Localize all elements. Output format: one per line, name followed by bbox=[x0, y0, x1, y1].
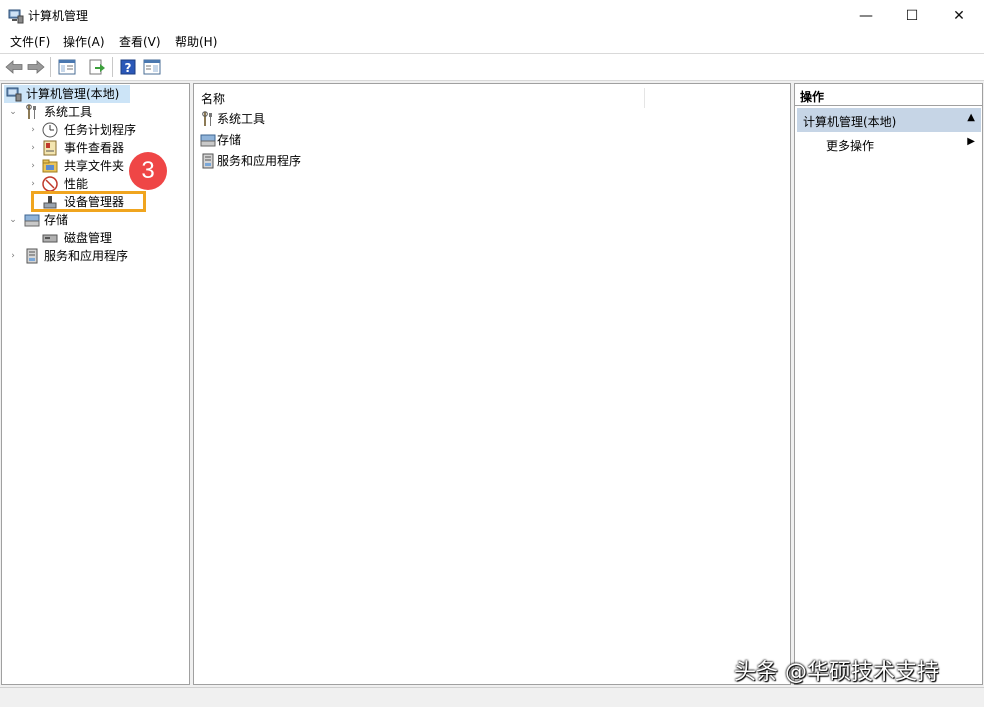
tree-label: 共享文件夹 bbox=[64, 159, 125, 173]
minimize-icon: — bbox=[859, 8, 873, 24]
tree-label: 事件查看器 bbox=[64, 141, 125, 155]
minimize-button[interactable]: — bbox=[843, 0, 889, 32]
forward-arrow-icon bbox=[27, 60, 45, 74]
details-pane[interactable] bbox=[193, 83, 791, 685]
help-icon: ? bbox=[120, 59, 136, 75]
tree-item-task-scheduler[interactable]: 任务计划程序 bbox=[42, 121, 152, 139]
tree-label: 系统工具 bbox=[44, 105, 93, 119]
tree-item-shared-folders[interactable]: 共享文件夹 bbox=[42, 157, 142, 175]
clock-icon bbox=[42, 122, 58, 138]
back-arrow-icon bbox=[5, 60, 23, 74]
list-item-label: 存储 bbox=[217, 133, 242, 147]
expand-chevron-right-icon[interactable]: › bbox=[28, 139, 38, 157]
tree-label: 存储 bbox=[44, 213, 69, 227]
tree-label: 任务计划程序 bbox=[64, 123, 137, 137]
svg-text:?: ? bbox=[125, 61, 132, 75]
tree-item-storage[interactable]: 存储 bbox=[22, 211, 102, 229]
export-list-icon bbox=[89, 59, 105, 75]
tree-item-services-apps[interactable]: 服务和应用程序 bbox=[22, 247, 152, 265]
back-button[interactable] bbox=[4, 57, 24, 77]
toolbar-separator bbox=[112, 57, 113, 77]
action-more-actions[interactable]: 更多操作 ▶ bbox=[797, 134, 981, 154]
tree-item-disk-management[interactable]: 磁盘管理 bbox=[42, 229, 142, 247]
list-item-storage[interactable]: 存储 bbox=[198, 130, 278, 150]
menu-action[interactable]: 操作(A) bbox=[63, 34, 105, 50]
export-list-button[interactable] bbox=[87, 57, 107, 77]
menu-view[interactable]: 查看(V) bbox=[119, 34, 161, 50]
close-icon: ✕ bbox=[953, 8, 965, 24]
step-number-badge: 3 bbox=[129, 152, 167, 190]
services-icon bbox=[26, 248, 38, 264]
tools-icon bbox=[26, 104, 36, 119]
expand-chevron-right-icon[interactable]: › bbox=[28, 157, 38, 175]
tools-icon bbox=[202, 111, 212, 126]
menu-file[interactable]: 文件(F) bbox=[10, 34, 50, 50]
close-button[interactable]: ✕ bbox=[936, 0, 982, 32]
expand-chevron-down-icon[interactable]: ⌄ bbox=[8, 211, 18, 229]
maximize-icon: ☐ bbox=[905, 8, 919, 24]
submenu-triangle-right-icon: ▶ bbox=[967, 136, 975, 147]
actions-section-header[interactable]: 计算机管理(本地) ▲ bbox=[797, 108, 981, 132]
highlight-box bbox=[31, 191, 146, 212]
tree-label: 磁盘管理 bbox=[64, 231, 113, 245]
properties-icon bbox=[143, 59, 161, 75]
computer-management-icon bbox=[6, 87, 22, 102]
actions-header: 操作 bbox=[795, 84, 982, 106]
expand-chevron-right-icon[interactable]: › bbox=[28, 121, 38, 139]
help-button[interactable]: ? bbox=[118, 57, 138, 77]
tree-item-event-viewer[interactable]: 事件查看器 bbox=[42, 139, 142, 157]
list-item-system-tools[interactable]: 系统工具 bbox=[198, 109, 318, 129]
show-hide-tree-icon bbox=[58, 59, 76, 75]
properties-button[interactable] bbox=[142, 57, 162, 77]
shared-folder-icon bbox=[42, 159, 58, 173]
collapse-triangle-up-icon[interactable]: ▲ bbox=[967, 112, 975, 123]
storage-icon bbox=[200, 134, 216, 147]
computer-management-icon bbox=[8, 9, 24, 24]
forward-button[interactable] bbox=[26, 57, 46, 77]
actions-pane bbox=[794, 83, 983, 685]
column-header-label: 名称 bbox=[201, 92, 226, 106]
tree-label: 计算机管理(本地) bbox=[26, 87, 120, 101]
storage-icon bbox=[24, 214, 40, 227]
list-item-services-apps[interactable]: 服务和应用程序 bbox=[198, 151, 328, 171]
toolbar-separator bbox=[50, 57, 51, 77]
window-title: 计算机管理 bbox=[28, 9, 89, 23]
menu-help[interactable]: 帮助(H) bbox=[175, 34, 217, 50]
list-item-label: 服务和应用程序 bbox=[217, 154, 302, 168]
expand-chevron-down-icon[interactable]: ⌄ bbox=[8, 103, 18, 121]
column-header-name[interactable]: 名称 bbox=[194, 88, 645, 108]
tree-label: 服务和应用程序 bbox=[44, 249, 129, 263]
watermark: 头条 @华硕技术支持 bbox=[734, 660, 939, 685]
tree-item-system-tools[interactable]: 系统工具 bbox=[22, 103, 142, 121]
performance-gauge-icon bbox=[42, 176, 58, 192]
show-hide-tree-button[interactable] bbox=[57, 57, 77, 77]
status-bar bbox=[0, 687, 984, 707]
maximize-button[interactable]: ☐ bbox=[889, 0, 935, 32]
disk-icon bbox=[42, 234, 58, 243]
actions-header-label: 操作 bbox=[800, 90, 825, 104]
action-label: 更多操作 bbox=[826, 139, 875, 153]
expand-chevron-right-icon[interactable]: › bbox=[8, 247, 18, 265]
list-item-label: 系统工具 bbox=[217, 112, 266, 126]
event-viewer-icon bbox=[43, 140, 57, 156]
actions-section-label: 计算机管理(本地) bbox=[803, 115, 897, 129]
tree-item-root[interactable]: 计算机管理(本地) bbox=[4, 85, 130, 103]
services-icon bbox=[202, 153, 214, 169]
title-bar bbox=[0, 0, 984, 32]
